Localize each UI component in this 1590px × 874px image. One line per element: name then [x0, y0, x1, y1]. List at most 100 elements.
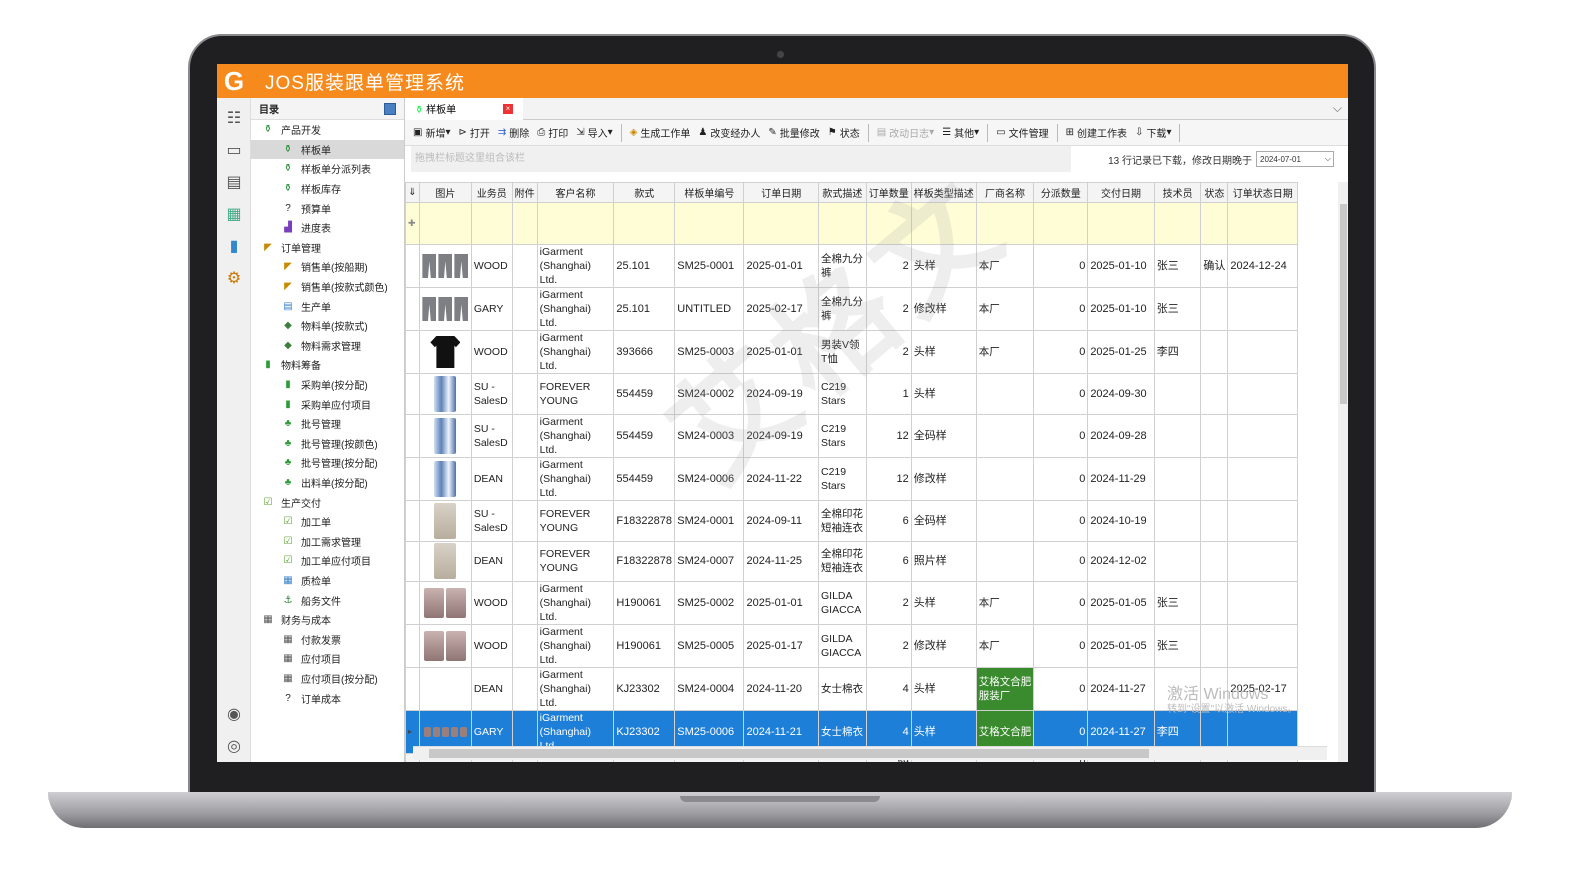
cell-qty[interactable]: 2 [865, 287, 912, 331]
cell-status[interactable] [1200, 287, 1229, 331]
cell-date[interactable]: 2024-09-19 [743, 413, 819, 458]
cell-tech[interactable] [1153, 373, 1202, 415]
table-row[interactable]: SU - SalesD FOREVER YOUNG 554459 SM24-0002 2… [405, 373, 1298, 415]
cell-no[interactable]: SM24-0002 [674, 373, 745, 415]
tree-item[interactable]: ♣ 批号管理(按颜色) [251, 434, 404, 454]
cell-deliver[interactable]: 2024-10-19 [1087, 499, 1155, 542]
batch-edit-button[interactable]: ✎ 批量修改 [764, 123, 823, 143]
tree-item[interactable]: ▦ 质检单 [251, 571, 404, 591]
tree-item[interactable]: ◤ 销售单(按款式颜色) [251, 277, 404, 297]
cell-tech[interactable]: 张三 [1153, 624, 1202, 669]
cell-deliver[interactable]: 2024-09-28 [1087, 413, 1155, 458]
cell-deliver[interactable]: 2025-01-05 [1087, 581, 1155, 626]
cell-sales[interactable]: SU - SalesD [470, 373, 513, 415]
table-row[interactable]: DEAN iGarment (Shanghai) Ltd. KJ23302 SM24-… [405, 667, 1298, 712]
table-row[interactable]: DEAN FOREVER YOUNG F18322878 SM24-0007 2024-… [405, 540, 1298, 583]
cell-deliver[interactable]: 2024-11-29 [1087, 456, 1155, 501]
cell-type[interactable]: 头样 [910, 581, 977, 626]
filter-cell[interactable] [418, 202, 472, 245]
cell-customer[interactable]: iGarment (Shanghai) Ltd. [536, 244, 615, 288]
cell-desc[interactable]: GILDA GIACCA [818, 581, 867, 626]
cell-status[interactable] [1200, 540, 1229, 583]
cell-style[interactable]: F18322878 [613, 540, 676, 583]
cell-assign[interactable]: 0 [1033, 287, 1089, 331]
cell-style[interactable]: 25.101 [613, 287, 676, 331]
cell-desc[interactable]: C219 Stars [818, 456, 867, 501]
cell-date[interactable]: 2025-01-01 [743, 581, 819, 626]
image-cell[interactable] [418, 456, 472, 501]
cell-sales[interactable]: WOOD [470, 581, 513, 626]
cell-type[interactable]: 头样 [910, 330, 977, 374]
filter-cell[interactable] [1227, 202, 1298, 245]
cell-attach[interactable] [511, 540, 538, 583]
catalog-icon[interactable]: ☷ [217, 102, 251, 134]
cell-qty[interactable]: 2 [865, 330, 912, 374]
cell-factory[interactable]: 本厂 [975, 581, 1035, 626]
delete-button[interactable]: ⇉ 删除 [494, 123, 533, 143]
column-header[interactable]: 状态 [1200, 182, 1229, 203]
cell-tech[interactable] [1153, 413, 1202, 458]
cell-sales[interactable]: DEAN [470, 456, 513, 501]
cell-no[interactable]: SM25-0003 [674, 330, 745, 374]
file-management-button[interactable]: ▭ 文件管理 [992, 123, 1052, 143]
image-cell[interactable] [418, 413, 472, 458]
cell-style[interactable]: 25.101 [613, 244, 676, 288]
cell-attach[interactable] [511, 667, 538, 712]
cell-factory[interactable] [975, 456, 1035, 501]
cell-customer[interactable]: iGarment (Shanghai) Ltd. [536, 581, 615, 626]
tree-item[interactable]: ◤ 销售单(按船期) [251, 257, 404, 277]
cell-assign[interactable]: 0 [1033, 413, 1089, 458]
cell-status[interactable] [1200, 373, 1229, 415]
other-button[interactable]: ☰ 其他 ▾ [938, 123, 983, 143]
row-indicator[interactable] [405, 667, 420, 712]
cell-assign[interactable]: 0 [1033, 373, 1089, 415]
tree-item[interactable]: ♣ 出料单(按分配) [251, 473, 404, 493]
cell-type[interactable]: 修改样 [910, 456, 977, 501]
row-indicator[interactable] [405, 499, 420, 542]
cell-sales[interactable]: GARY [470, 287, 513, 331]
cell-style[interactable]: 393666 [613, 330, 676, 374]
cell-status[interactable] [1200, 624, 1229, 669]
change-agent-button[interactable]: ♟ 改变经办人 [694, 123, 764, 143]
cell-no[interactable]: UNTITLED [674, 287, 745, 331]
cell-customer[interactable]: iGarment (Shanghai) Ltd. [536, 456, 615, 501]
cell-customer[interactable]: FOREVER YOUNG [536, 373, 615, 415]
cell-tech[interactable]: 李四 [1153, 330, 1202, 374]
cell-attach[interactable] [511, 373, 538, 415]
cell-style[interactable]: 554459 [613, 413, 676, 458]
change-log-button[interactable]: ▤ 改动日志 ▾ [873, 123, 938, 143]
cell-date[interactable]: 2024-11-20 [743, 667, 819, 712]
document-icon[interactable]: ▤ [217, 166, 251, 198]
open-button[interactable]: ⊳ 打开 [454, 123, 493, 143]
create-worksheet-button[interactable]: ⊞ 创建工作表 [1062, 123, 1131, 143]
row-indicator[interactable] [405, 373, 420, 415]
cell-style[interactable]: H190061 [613, 581, 676, 626]
image-cell[interactable] [418, 540, 472, 583]
cell-assign[interactable]: 0 [1033, 244, 1089, 288]
cell-style[interactable]: H190061 [613, 624, 676, 669]
cell-status[interactable] [1200, 456, 1229, 501]
cell-status[interactable] [1200, 413, 1229, 458]
status-button[interactable]: ⚑ 状态 [824, 123, 864, 143]
tree-item[interactable]: ☑ 加工单应付项目 [251, 551, 404, 571]
cell-factory[interactable]: 本厂 [975, 287, 1035, 331]
image-cell[interactable] [418, 373, 472, 415]
cell-sales[interactable]: SU - SalesD [470, 413, 513, 458]
cell-no[interactable]: SM24-0006 [674, 456, 745, 501]
filter-cell[interactable] [1033, 202, 1089, 245]
chart-icon[interactable]: ▮ [217, 230, 251, 262]
cell-sales[interactable]: SU - SalesD [470, 499, 513, 542]
cell-qty[interactable]: 4 [865, 667, 912, 712]
row-indicator[interactable] [405, 540, 420, 583]
tree-item[interactable]: ▟ 进度表 [251, 218, 404, 238]
chevron-down-icon[interactable]: ⌵ [1333, 101, 1342, 116]
image-cell[interactable] [418, 287, 472, 331]
cell-qty[interactable]: 2 [865, 581, 912, 626]
cell-assign[interactable]: 0 [1033, 624, 1089, 669]
column-header[interactable]: 款式描述 [818, 182, 867, 203]
cell-deliver[interactable]: 2024-12-02 [1087, 540, 1155, 583]
cell-no[interactable]: SM24-0004 [674, 667, 745, 712]
cell-no[interactable]: SM25-0002 [674, 581, 745, 626]
cell-date[interactable]: 2025-02-17 [743, 287, 819, 331]
tree-item[interactable]: ⚓ 船务文件 [251, 590, 404, 610]
